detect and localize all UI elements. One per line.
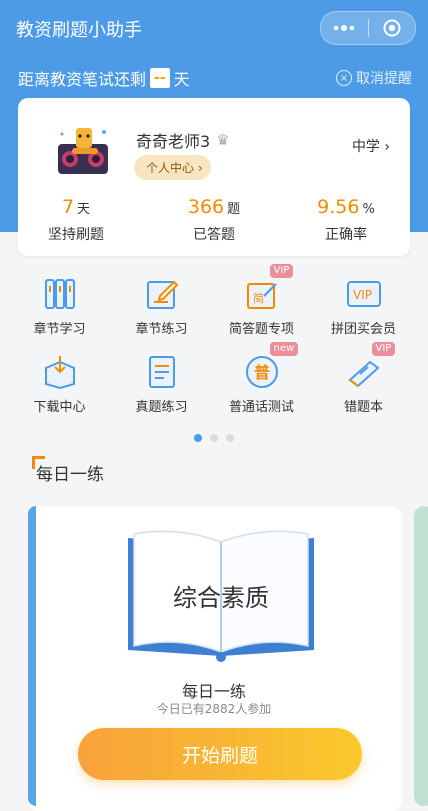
level-label: 中学 <box>351 139 380 155</box>
chevron-right-icon: › <box>384 139 390 155</box>
level-selector[interactable]: 中学 › <box>352 136 390 156</box>
menu-label: 章节学习 <box>33 322 86 337</box>
page-dot-active[interactable] <box>194 434 202 442</box>
card-left-edge <box>28 506 36 806</box>
menu-chapter-study[interactable]: 章节学习 <box>6 276 113 337</box>
stat-accuracy: 9.56% 正确率 <box>286 196 406 244</box>
short-answer-icon: 简 VIP <box>244 264 294 312</box>
menu-label: 错题本 <box>343 400 383 415</box>
page-dot[interactable] <box>210 434 218 442</box>
menu-chapter-practice[interactable]: 章节练习 <box>108 276 215 337</box>
edit-note-icon <box>144 276 180 312</box>
avatar[interactable] <box>54 122 112 178</box>
document-icon <box>144 354 180 390</box>
menu-short-answer[interactable]: 简 VIP 简答题专项 <box>208 264 315 337</box>
menu-label: 真题练习 <box>135 400 188 415</box>
countdown-prefix: 距离教资笔试还剩 <box>18 70 147 89</box>
start-practice-button[interactable]: 开始刷题 <box>78 728 362 780</box>
menu-label: 拼团买会员 <box>330 322 396 337</box>
crown-icon: ♛ <box>216 131 230 149</box>
cancel-reminder-label: 取消提醒 <box>356 71 412 87</box>
countdown-days: -- <box>150 68 170 88</box>
user-name: 奇奇老师3 <box>136 132 211 151</box>
close-icon: × <box>336 70 352 86</box>
stat-days: 7天 坚持刷题 <box>16 196 136 244</box>
new-badge: new <box>269 342 299 356</box>
page-dot[interactable] <box>226 434 234 442</box>
download-box-icon <box>42 354 78 390</box>
next-card-peek[interactable] <box>414 506 428 806</box>
stat-label: 已答题 <box>193 227 235 243</box>
book-title: 综合素质 <box>173 584 269 612</box>
stat-label: 坚持刷题 <box>48 227 104 243</box>
menu-label: 章节练习 <box>135 322 188 337</box>
stat-answered: 366 题 已答题 <box>154 196 274 244</box>
close-mini-program-button[interactable] <box>369 12 416 44</box>
menu-group-buy-vip[interactable]: VIP 拼团买会员 <box>310 276 417 337</box>
vip-badge: VIP <box>269 264 294 278</box>
app-title: 教资刷题小助手 <box>16 20 142 41</box>
short-answer-glyph: 简 <box>253 291 264 305</box>
more-dots-icon <box>333 25 355 31</box>
profile-card: 奇奇老师3 ♛ 个人中心 › 中学 › 7天 坚持刷题 366 题 已答题 9.5… <box>18 98 410 256</box>
menu-wrong-answers[interactable]: VIP 错题本 <box>310 342 417 415</box>
menu-label: 下载中心 <box>33 400 86 415</box>
cancel-reminder-button[interactable]: × 取消提醒 <box>336 68 412 88</box>
avatar-illustration-icon <box>58 128 108 174</box>
stat-unit: 题 <box>227 202 241 217</box>
stat-unit: % <box>362 202 375 217</box>
countdown-suffix: 天 <box>173 70 190 89</box>
start-practice-label: 开始刷题 <box>181 744 258 767</box>
participant-count: 今日已有2882人参加 <box>156 702 272 716</box>
binders-icon <box>42 276 78 312</box>
page-indicator <box>0 434 428 442</box>
menu-mandarin-test[interactable]: 普 new 普通话测试 <box>208 342 315 415</box>
menu-label: 普通话测试 <box>228 400 294 415</box>
stat-label: 正确率 <box>325 227 367 243</box>
personal-center-button[interactable]: 个人中心 › <box>134 155 211 180</box>
stat-value: 366 <box>187 196 225 218</box>
chevron-right-icon: › <box>197 161 203 175</box>
mini-program-capsule <box>320 11 416 45</box>
stat-value: 7 <box>61 196 75 218</box>
vip-badge: VIP <box>371 342 396 356</box>
mandarin-icon: 普 new <box>244 342 299 390</box>
stat-unit: 天 <box>77 202 91 217</box>
stat-value: 9.56 <box>317 196 360 218</box>
menu-past-exams[interactable]: 真题练习 <box>108 354 215 415</box>
exam-countdown: 距离教资笔试还剩 -- 天 <box>18 66 190 90</box>
practice-title: 每日一练 <box>181 682 246 701</box>
daily-section-title: 每日一练 <box>36 465 104 485</box>
more-menu-button[interactable] <box>321 12 368 44</box>
vip-icon: VIP <box>346 276 382 312</box>
vip-glyph: VIP <box>353 288 372 302</box>
mandarin-glyph: 普 <box>254 363 270 382</box>
books-icon: VIP <box>346 342 396 390</box>
menu-download-center[interactable]: 下载中心 <box>6 354 113 415</box>
personal-center-label: 个人中心 <box>146 161 195 175</box>
user-name-row: 奇奇老师3 ♛ <box>136 128 230 152</box>
target-close-icon <box>383 19 401 37</box>
menu-label: 简答题专项 <box>228 322 294 337</box>
